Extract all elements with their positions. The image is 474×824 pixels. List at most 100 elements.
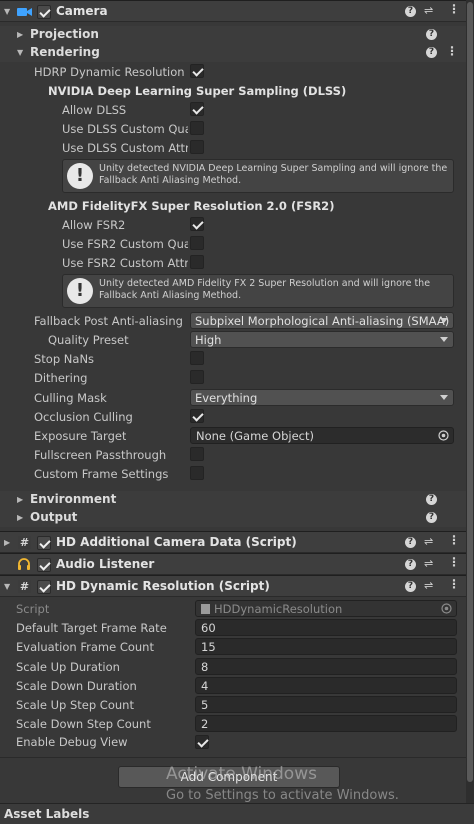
script-icon: # (18, 580, 31, 593)
fullscreen-passthrough-label: Fullscreen Passthrough (34, 448, 167, 462)
help-icon[interactable]: ? (426, 29, 437, 40)
foldout-open-icon[interactable]: ▼ (17, 48, 23, 57)
section-label: Projection (30, 27, 99, 41)
dropdown-value: High (195, 333, 222, 347)
hd-dynamic-resolution-header[interactable]: ▼ # HD Dynamic Resolution (Script) ? ⇌ ⋮ (0, 575, 474, 597)
scale-down-step-count-label: Scale Down Step Count (16, 717, 151, 731)
exposure-target-field[interactable]: None (Game Object) (190, 427, 454, 444)
field-value: 60 (201, 621, 216, 635)
dlss-help-box: ! Unity detected NVIDIA Deep Learning Su… (62, 159, 454, 193)
allow-fsr2-checkbox[interactable] (190, 217, 204, 231)
help-icon[interactable]: ? (405, 6, 416, 17)
chevron-down-icon (440, 318, 448, 323)
hd-dynamic-resolution-enabled-checkbox[interactable] (37, 580, 51, 594)
presets-icon[interactable]: ⇌ (424, 535, 433, 548)
audio-listener-enabled-checkbox[interactable] (37, 558, 51, 572)
stop-nans-checkbox[interactable] (190, 351, 204, 365)
hdrp-dynamic-resolution-label: HDRP Dynamic Resolution (34, 65, 185, 79)
scale-down-step-count-field[interactable]: 2 (195, 715, 457, 732)
audio-listener-header[interactable]: Audio Listener ? ⇌ ⋮ (0, 553, 474, 575)
chevron-down-icon (440, 395, 448, 400)
component-title: Camera (56, 4, 108, 18)
presets-icon[interactable]: ⇌ (424, 579, 433, 592)
use-fsr2-custom-attrib-checkbox[interactable] (190, 255, 204, 269)
help-icon[interactable]: ? (405, 559, 416, 570)
foldout-closed-icon[interactable]: ▶ (17, 495, 23, 504)
use-fsr2-custom-quality-checkbox[interactable] (190, 236, 204, 250)
dithering-label: Dithering (34, 371, 88, 385)
hd-additional-camera-header[interactable]: ▶ # HD Additional Camera Data (Script) ?… (0, 531, 474, 553)
presets-icon[interactable]: ⇌ (424, 4, 433, 17)
scale-up-duration-field[interactable]: 8 (195, 658, 457, 675)
object-picker-icon (441, 603, 452, 614)
section-environment[interactable]: ▶ Environment ? (0, 491, 466, 509)
camera-enabled-checkbox[interactable] (37, 5, 51, 19)
fsr2-heading: AMD FidelityFX Super Resolution 2.0 (FSR… (48, 199, 335, 213)
object-picker-icon[interactable] (438, 430, 449, 441)
hd-additional-camera-enabled-checkbox[interactable] (37, 536, 51, 550)
field-value: 2 (201, 717, 209, 731)
foldout-closed-icon[interactable]: ▶ (17, 30, 23, 39)
camera-icon (17, 8, 32, 16)
use-fsr2-custom-quality-label: Use FSR2 Custom Qual (62, 237, 188, 251)
script-field: HDDynamicResolution (195, 600, 457, 617)
help-icon[interactable]: ? (405, 537, 416, 548)
scale-down-duration-field[interactable]: 4 (195, 677, 457, 694)
use-fsr2-custom-attrib-label: Use FSR2 Custom Attri (62, 256, 188, 270)
help-icon[interactable]: ? (405, 581, 416, 592)
presets-icon[interactable]: ⇌ (424, 557, 433, 570)
dlss-heading: NVIDIA Deep Learning Super Sampling (DLS… (48, 84, 347, 98)
fallback-aa-dropdown[interactable]: Subpixel Morphological Anti-aliasing (SM… (190, 312, 454, 329)
help-text: Unity detected AMD Fidelity FX 2 Super R… (99, 278, 431, 301)
vertical-scrollbar[interactable] (466, 0, 474, 820)
foldout-open-icon[interactable]: ▼ (4, 7, 10, 16)
scrollbar-thumb[interactable] (467, 2, 473, 782)
help-icon[interactable]: ? (426, 494, 437, 505)
fullscreen-passthrough-checkbox[interactable] (190, 447, 204, 461)
section-output[interactable]: ▶ Output ? (0, 509, 466, 527)
enable-debug-view-checkbox[interactable] (195, 735, 209, 749)
context-menu-icon[interactable]: ⋮ (448, 555, 460, 569)
script-icon: # (18, 536, 31, 549)
foldout-closed-icon[interactable]: ▶ (4, 538, 10, 547)
foldout-closed-icon[interactable]: ▶ (17, 513, 23, 522)
activate-windows-subtext: Go to Settings to activate Windows. (166, 788, 399, 803)
evaluation-frame-count-field[interactable]: 15 (195, 638, 457, 655)
field-value: 15 (201, 640, 216, 654)
use-dlss-custom-attrib-checkbox[interactable] (190, 140, 204, 154)
context-menu-icon[interactable]: ⋮ (448, 533, 460, 547)
help-icon[interactable]: ? (426, 47, 437, 58)
component-title: Audio Listener (56, 557, 155, 571)
script-file-icon (201, 604, 210, 614)
scale-up-step-count-field[interactable]: 5 (195, 696, 457, 713)
default-target-frame-rate-field[interactable]: 60 (195, 619, 457, 636)
context-menu-icon[interactable]: ⋮ (446, 44, 458, 58)
context-menu-icon[interactable]: ⋮ (448, 2, 460, 16)
section-rendering[interactable]: ▼ Rendering ? ⋮ (0, 44, 466, 62)
field-value: None (Game Object) (196, 429, 314, 443)
use-dlss-custom-quality-checkbox[interactable] (190, 121, 204, 135)
asset-labels-bar[interactable]: Asset Labels (0, 803, 474, 824)
quality-preset-dropdown[interactable]: High (190, 331, 454, 348)
warning-icon: ! (67, 278, 93, 304)
foldout-open-icon[interactable]: ▼ (4, 582, 10, 591)
dithering-checkbox[interactable] (190, 370, 204, 384)
camera-component-header[interactable]: ▼ Camera ? ⇌ ⋮ (0, 0, 474, 22)
evaluation-frame-count-label: Evaluation Frame Count (16, 640, 154, 654)
section-label: Environment (30, 492, 117, 506)
dropdown-value: Everything (195, 391, 258, 405)
context-menu-icon[interactable]: ⋮ (448, 577, 460, 591)
hdrp-dynamic-resolution-checkbox[interactable] (190, 64, 204, 78)
allow-dlss-checkbox[interactable] (190, 102, 204, 116)
warning-icon: ! (67, 163, 93, 189)
fallback-aa-label: Fallback Post Anti-aliasing (34, 314, 183, 328)
custom-frame-settings-checkbox[interactable] (190, 466, 204, 480)
culling-mask-label: Culling Mask (34, 391, 107, 405)
custom-frame-settings-label: Custom Frame Settings (34, 467, 169, 481)
help-icon[interactable]: ? (426, 512, 437, 523)
headphones-icon (18, 558, 30, 570)
culling-mask-dropdown[interactable]: Everything (190, 389, 454, 406)
section-projection[interactable]: ▶ Projection ? (0, 26, 466, 44)
help-text: Unity detected NVIDIA Deep Learning Supe… (99, 163, 448, 186)
occlusion-culling-checkbox[interactable] (190, 409, 204, 423)
